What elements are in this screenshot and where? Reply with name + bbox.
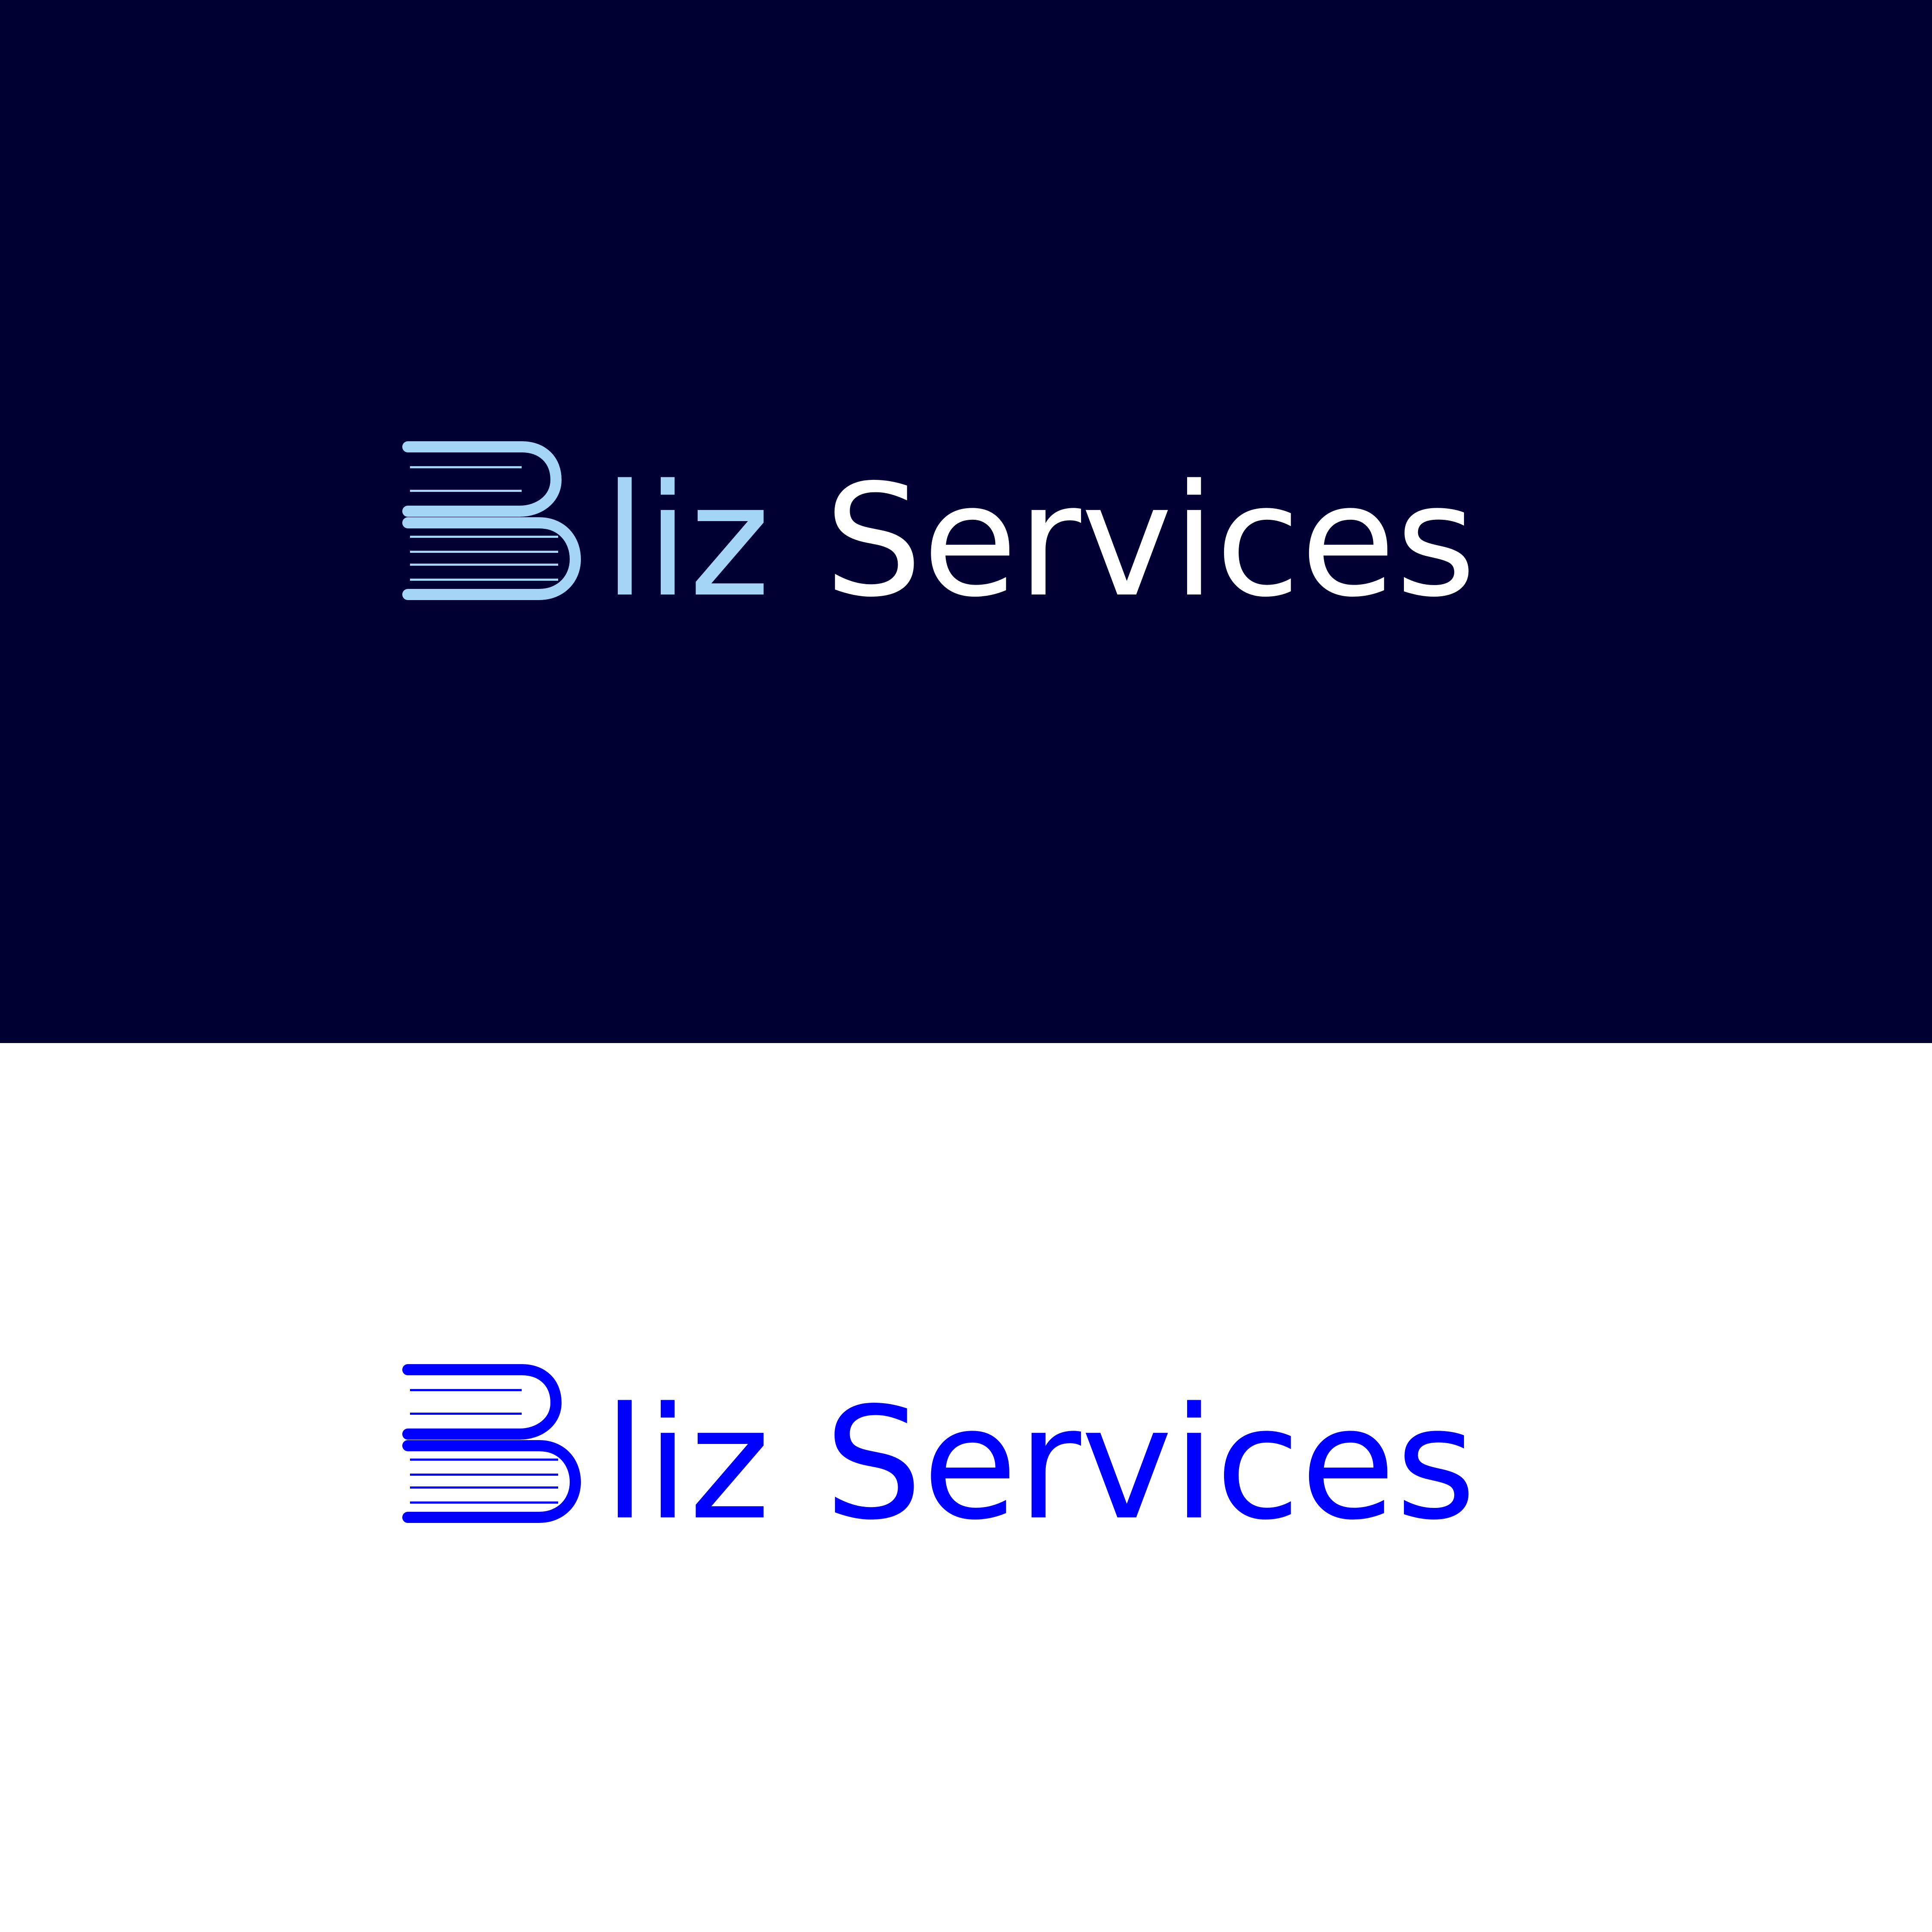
logo-svg-dark: liz Services (402, 441, 1476, 631)
book-b-icon (402, 1364, 581, 1523)
brand-suffix: Services (824, 1374, 1476, 1554)
brand-prefix: liz (603, 451, 770, 631)
brand-prefix: liz (603, 1374, 770, 1554)
logo-svg-light: liz Services (402, 1364, 1476, 1554)
book-b-icon (402, 441, 581, 600)
logo-lockup-light: liz Services (402, 1358, 1539, 1554)
light-logo-panel: liz Services (0, 1043, 1932, 1932)
brand-suffix: Services (824, 451, 1476, 631)
dark-logo-panel: liz Services (0, 0, 1932, 1043)
logo-lockup-dark: liz Services (402, 435, 1539, 631)
